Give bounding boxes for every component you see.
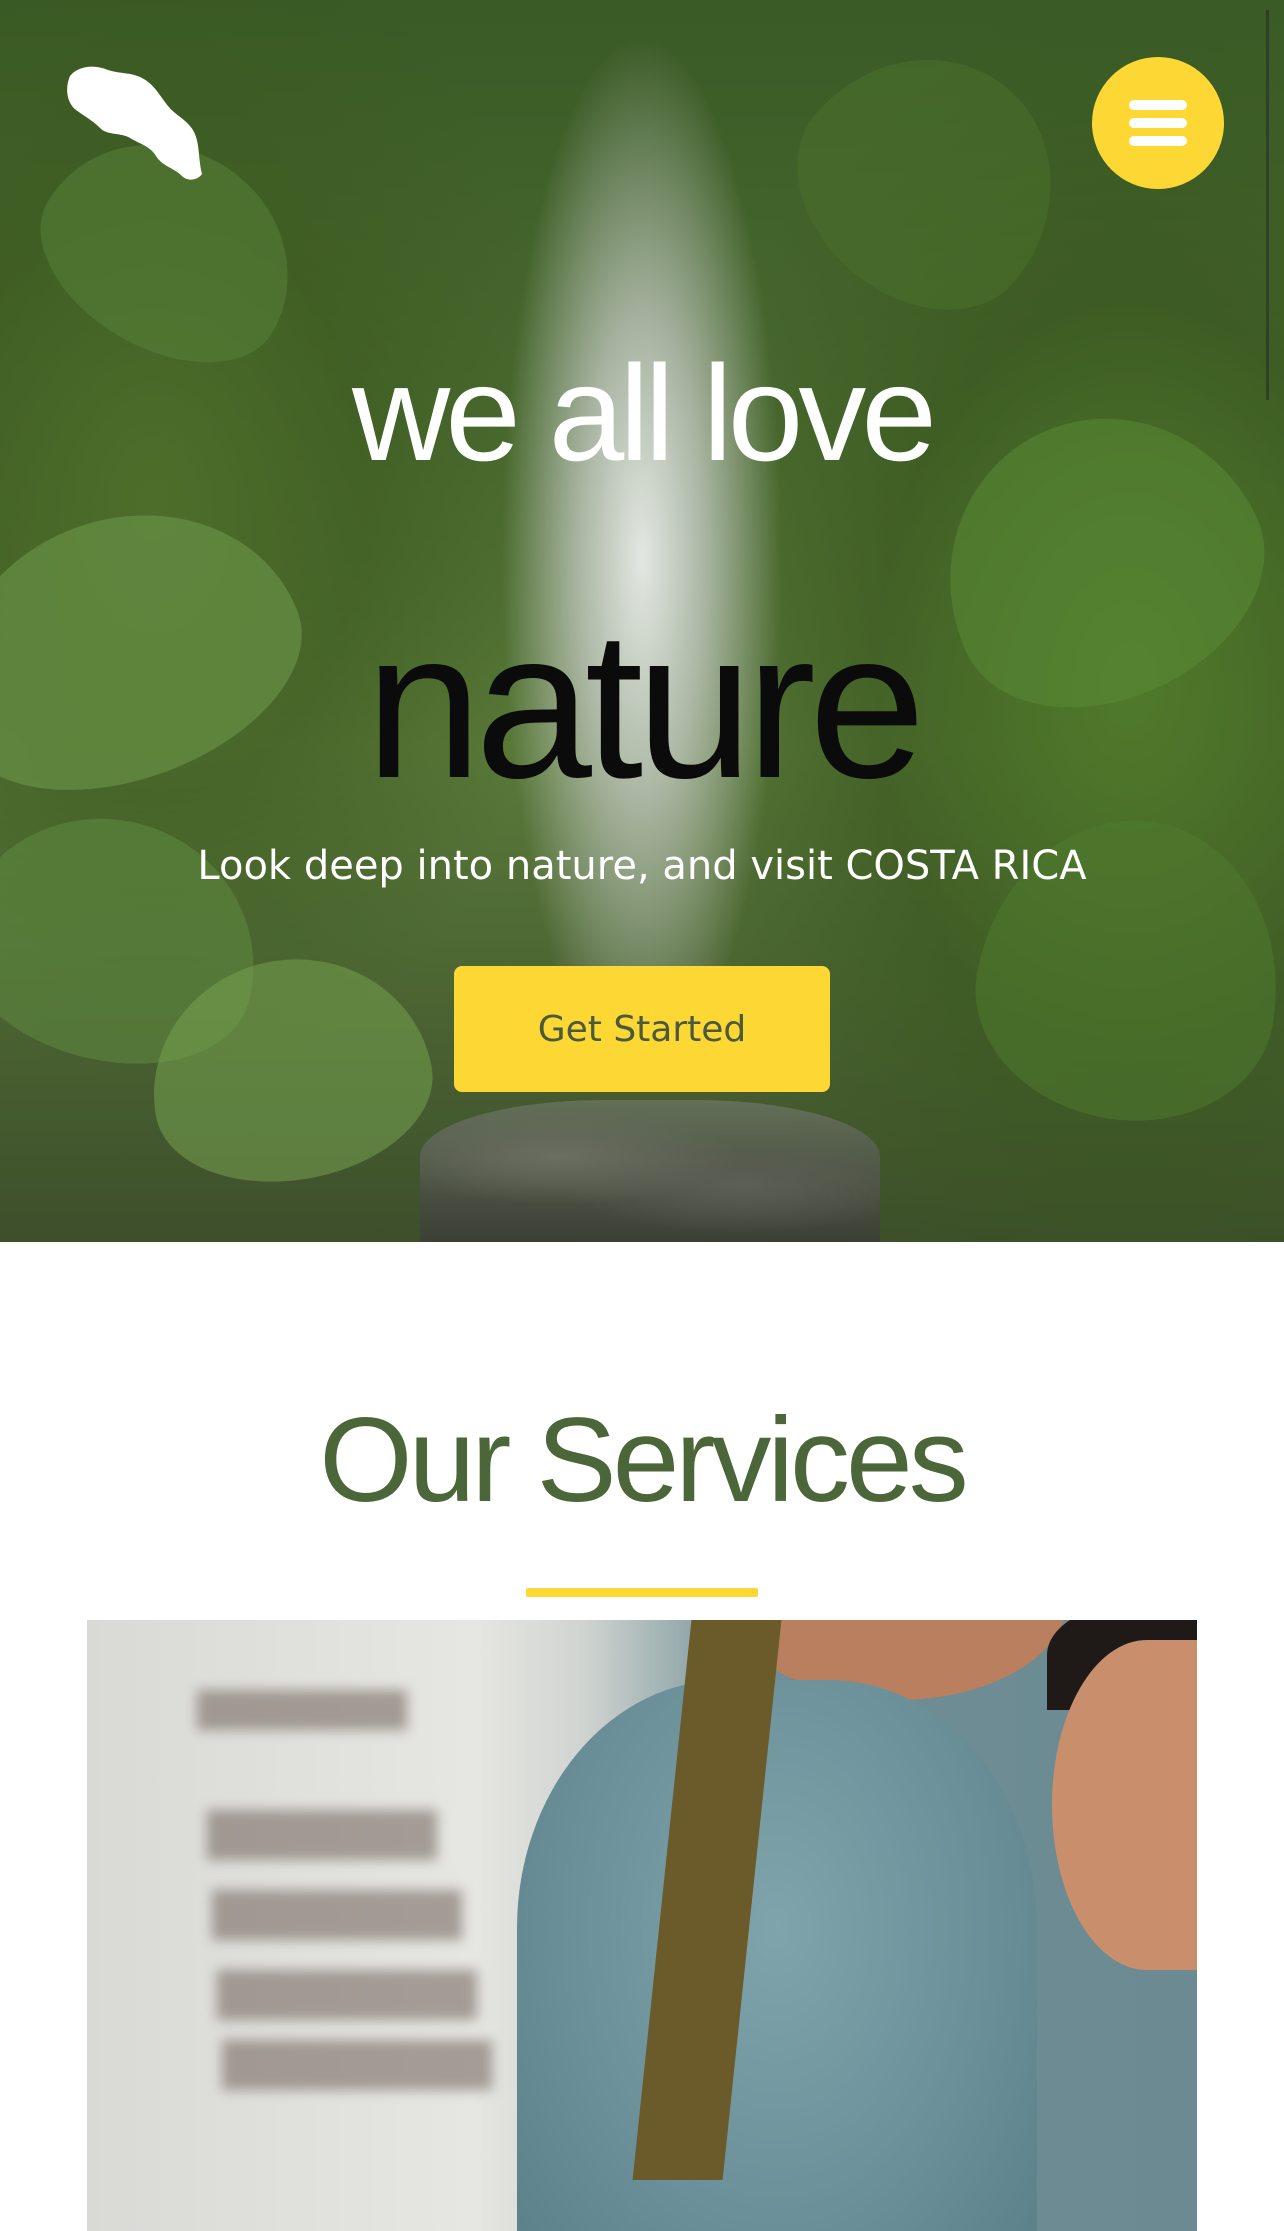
menu-bar (1129, 118, 1187, 128)
photo-background-tile (197, 1690, 407, 1730)
menu-bar (1129, 100, 1187, 110)
hamburger-menu-icon[interactable] (1092, 57, 1224, 189)
hero-subtitle: Look deep into nature, and visit COSTA R… (197, 843, 1087, 889)
river-rocks (420, 1100, 880, 1242)
hero-title-line1: we all love (352, 337, 937, 489)
person-shirt (517, 1680, 1037, 2231)
services-title-underline (526, 1588, 758, 1597)
hero-title-line2: nature (365, 587, 925, 822)
photo-background-tile (207, 1810, 437, 1860)
foliage-decoration (753, 4, 1107, 356)
services-title: Our Services (319, 1393, 969, 1527)
services-photo (87, 1620, 1197, 2231)
photo-background-tile (217, 1970, 477, 2020)
get-started-button[interactable]: Get Started (454, 966, 830, 1092)
hero-section: we all love nature Look deep into nature… (0, 0, 1284, 1242)
photo-background-tile (212, 1890, 462, 1940)
scroll-indicator (1266, 10, 1269, 400)
photo-background-tile (222, 2040, 492, 2090)
costa-rica-map-icon[interactable] (64, 62, 204, 184)
menu-bar (1129, 136, 1187, 146)
